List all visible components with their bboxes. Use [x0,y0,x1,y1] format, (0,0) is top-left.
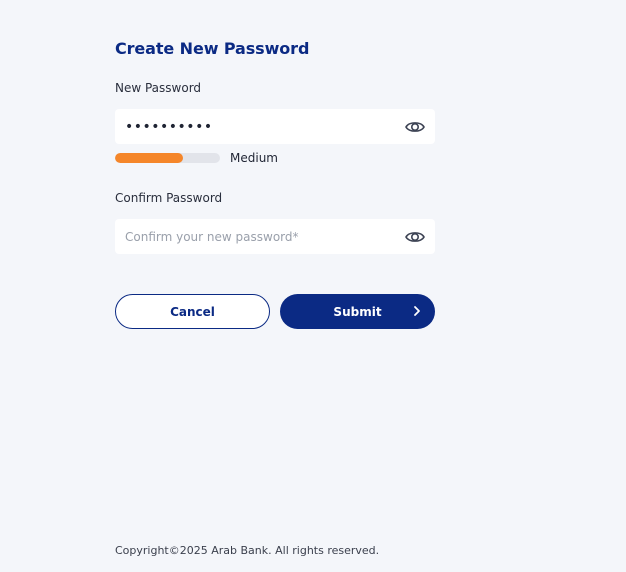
cancel-button-label: Cancel [170,304,215,319]
new-password-field [115,109,435,144]
eye-icon[interactable] [404,226,426,248]
submit-button-label: Submit [333,304,382,319]
cancel-button[interactable]: Cancel [115,294,270,329]
password-strength-bar [115,153,220,163]
confirm-password-field [115,219,435,254]
new-password-input[interactable] [125,109,395,144]
new-password-label: New Password [115,81,202,95]
confirm-password-label: Confirm Password [115,191,223,205]
footer-copyright: Copyright©2025 Arab Bank. All rights res… [115,544,380,557]
confirm-password-input[interactable] [125,219,395,254]
password-strength-fill [115,153,184,163]
submit-button[interactable]: Submit [280,294,435,329]
page-title: Create New Password [115,39,310,58]
chevron-right-icon [411,305,423,317]
password-strength-label: Medium [230,151,278,165]
eye-icon[interactable] [404,116,426,138]
create-password-page: Create New Password New Password Medium … [0,0,626,572]
